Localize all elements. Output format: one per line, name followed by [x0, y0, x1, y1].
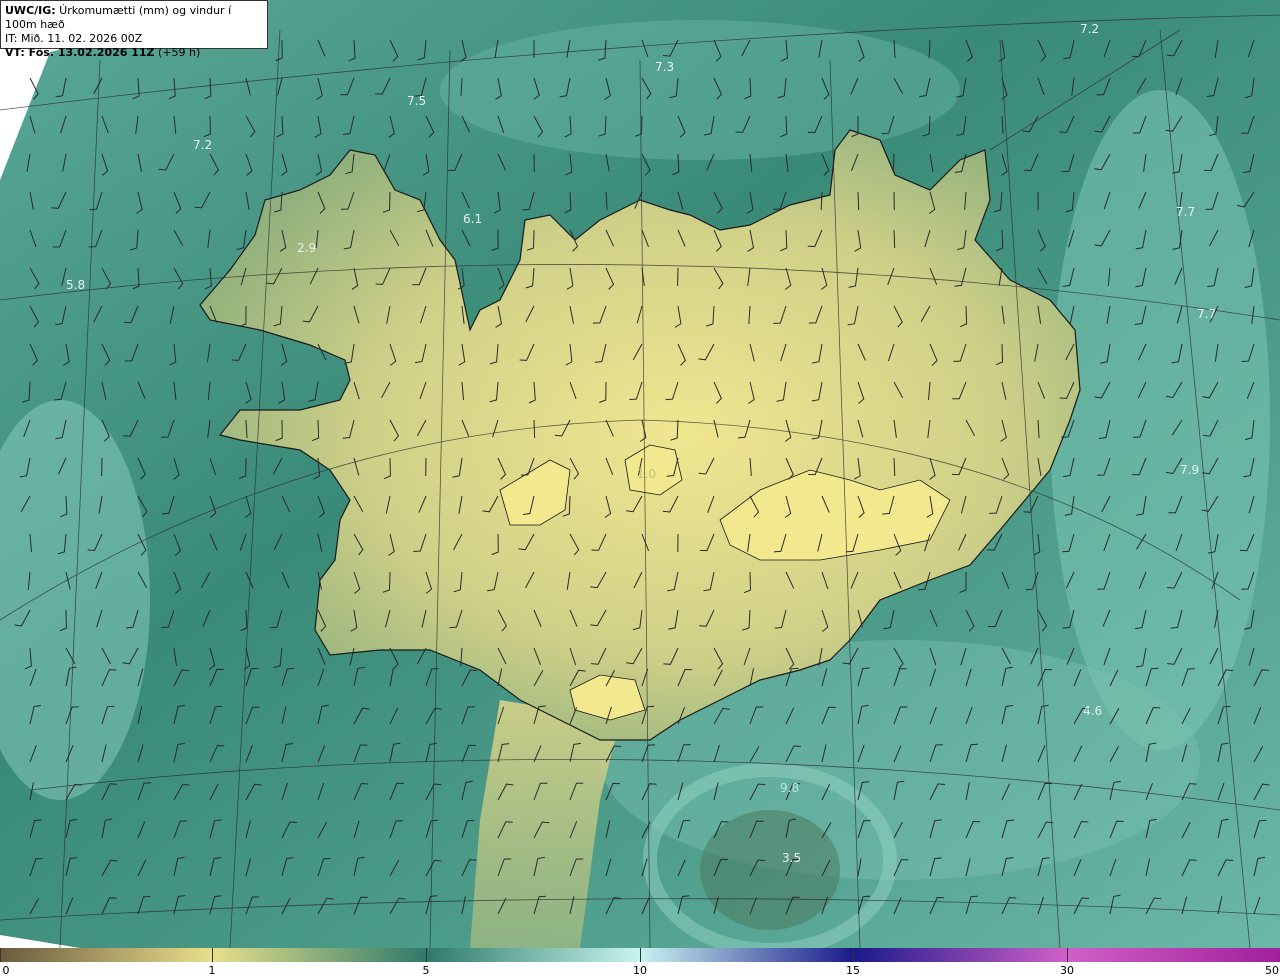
colorbar-tick-label: 15: [846, 964, 860, 977]
wind-barb: [857, 191, 860, 211]
colorbar: 0 1 5 10 15 30 50: [0, 948, 1280, 978]
map-value-label: 2.9: [297, 241, 316, 255]
map-value-label: 9.8: [780, 781, 799, 795]
weather-map: 7.2 7.3 7.5 7.2 6.1 2.9 5.8 7.7 7.7 1.0 …: [0, 0, 1280, 948]
map-value-label: 7.3: [655, 60, 674, 74]
forecast-hour: (+59 h): [154, 46, 201, 59]
colorbar-tick: [853, 948, 854, 962]
sea-patch-east: [1050, 90, 1270, 750]
model-prefix: UWC/IG:: [5, 4, 56, 17]
wind-barb: [892, 153, 895, 173]
colorbar-tick-label: 5: [422, 964, 430, 977]
valid-time-line: VT: Fös. 13.02.2026 11Z (+59 h): [5, 46, 263, 60]
init-time: IT: Mið. 11. 02. 2026 00Z: [5, 32, 143, 45]
map-value-label: 7.2: [193, 138, 212, 152]
sea-patch-north: [440, 20, 960, 160]
map-value-label: 7.5: [407, 94, 426, 108]
colorbar-tick-label: 0: [2, 964, 10, 977]
wind-barb: [893, 229, 896, 249]
colorbar-tick: [1067, 948, 1068, 962]
valid-time: VT: Fös. 13.02.2026 11Z: [5, 46, 155, 59]
map-value-label: 3.5: [782, 851, 801, 865]
colorbar-tick: [0, 948, 1, 962]
colorbar-tick: [640, 948, 641, 962]
colorbar-tick-label: 10: [633, 964, 647, 977]
map-value-label: 7.2: [1080, 22, 1099, 36]
colorbar-tick-label: 30: [1060, 964, 1074, 977]
map-value-label: 6.1: [463, 212, 482, 226]
map-value-label: 5.8: [66, 278, 85, 292]
map-value-label: 4.6: [1083, 704, 1102, 718]
sea-swirl-dark: [700, 810, 840, 930]
map-value-label: 7.7: [1197, 307, 1216, 321]
map-value-label: 7.9: [1180, 463, 1199, 477]
colorbar-tick-label: 50: [1265, 964, 1279, 977]
map-info-box: UWC/IG: Úrkomumætti (mm) og vindur í 100…: [0, 0, 268, 59]
map-value-label: 1.0: [637, 467, 656, 481]
colorbar-tick: [426, 948, 427, 962]
map-value-label: 7.7: [1176, 205, 1195, 219]
colorbar-tick: [212, 948, 213, 962]
wind-barb: [533, 419, 536, 439]
colorbar-tick-label: 1: [208, 964, 216, 977]
map-title-line: UWC/IG: Úrkomumætti (mm) og vindur í 100…: [5, 4, 263, 32]
